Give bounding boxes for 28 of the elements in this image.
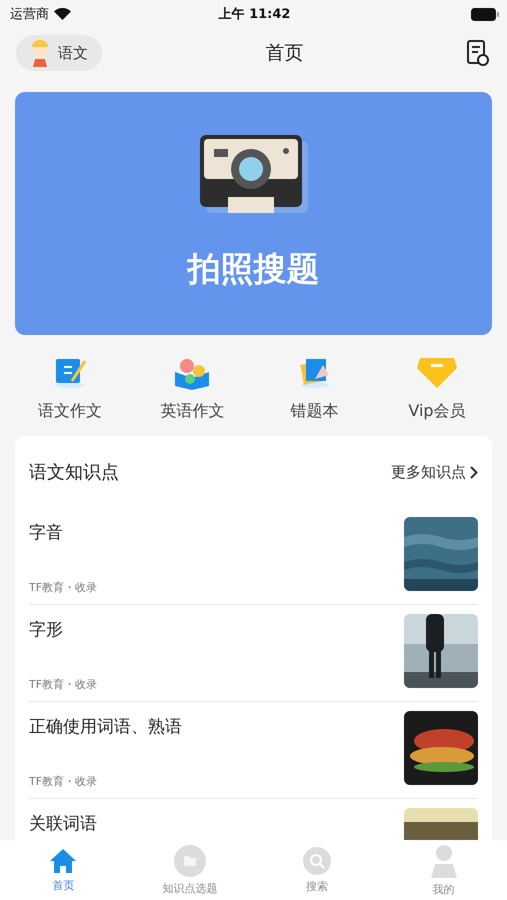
status-time: 上午 11:42 bbox=[218, 6, 290, 23]
topic-title[interactable]: 字音 bbox=[29, 521, 98, 544]
section-title: 语文知识点 bbox=[29, 461, 119, 484]
more-link[interactable]: 更多知识点 bbox=[391, 462, 478, 482]
document-clock-icon[interactable] bbox=[467, 40, 489, 66]
shortcut-button[interactable]: Vip会员 bbox=[382, 353, 492, 422]
tab-item[interactable]: 搜索 bbox=[262, 846, 372, 894]
search-icon bbox=[302, 846, 331, 874]
topic-source: TF教育・收录 bbox=[29, 774, 98, 789]
carrier-name: 运营商 bbox=[10, 6, 49, 23]
battery-icon bbox=[471, 8, 499, 20]
topic-title[interactable]: 正确使用词语、熟语 bbox=[29, 715, 182, 738]
topic-title[interactable]: 关联词语 bbox=[29, 812, 97, 835]
shortcut-button[interactable]: 语文作文 bbox=[15, 353, 125, 422]
topic-source: TF教育・收录 bbox=[29, 677, 98, 692]
shortcut-button[interactable]: 错题本 bbox=[260, 353, 370, 422]
avatar-icon bbox=[30, 39, 50, 67]
shortcut-button[interactable]: 英语作文 bbox=[137, 353, 248, 422]
subject-dropdown[interactable]: 语文 bbox=[16, 35, 102, 71]
home-icon bbox=[49, 848, 78, 874]
topic-title[interactable]: 字形 bbox=[29, 618, 98, 641]
wifi-icon bbox=[54, 8, 71, 20]
folder-icon bbox=[174, 844, 206, 876]
banner-title: 拍照搜题 bbox=[188, 248, 320, 290]
tab-item[interactable]: 首页 bbox=[8, 848, 118, 892]
chevron-icon bbox=[470, 466, 478, 478]
page-title: 首页 bbox=[266, 41, 304, 66]
topic-source: TF教育・收录 bbox=[29, 580, 98, 595]
